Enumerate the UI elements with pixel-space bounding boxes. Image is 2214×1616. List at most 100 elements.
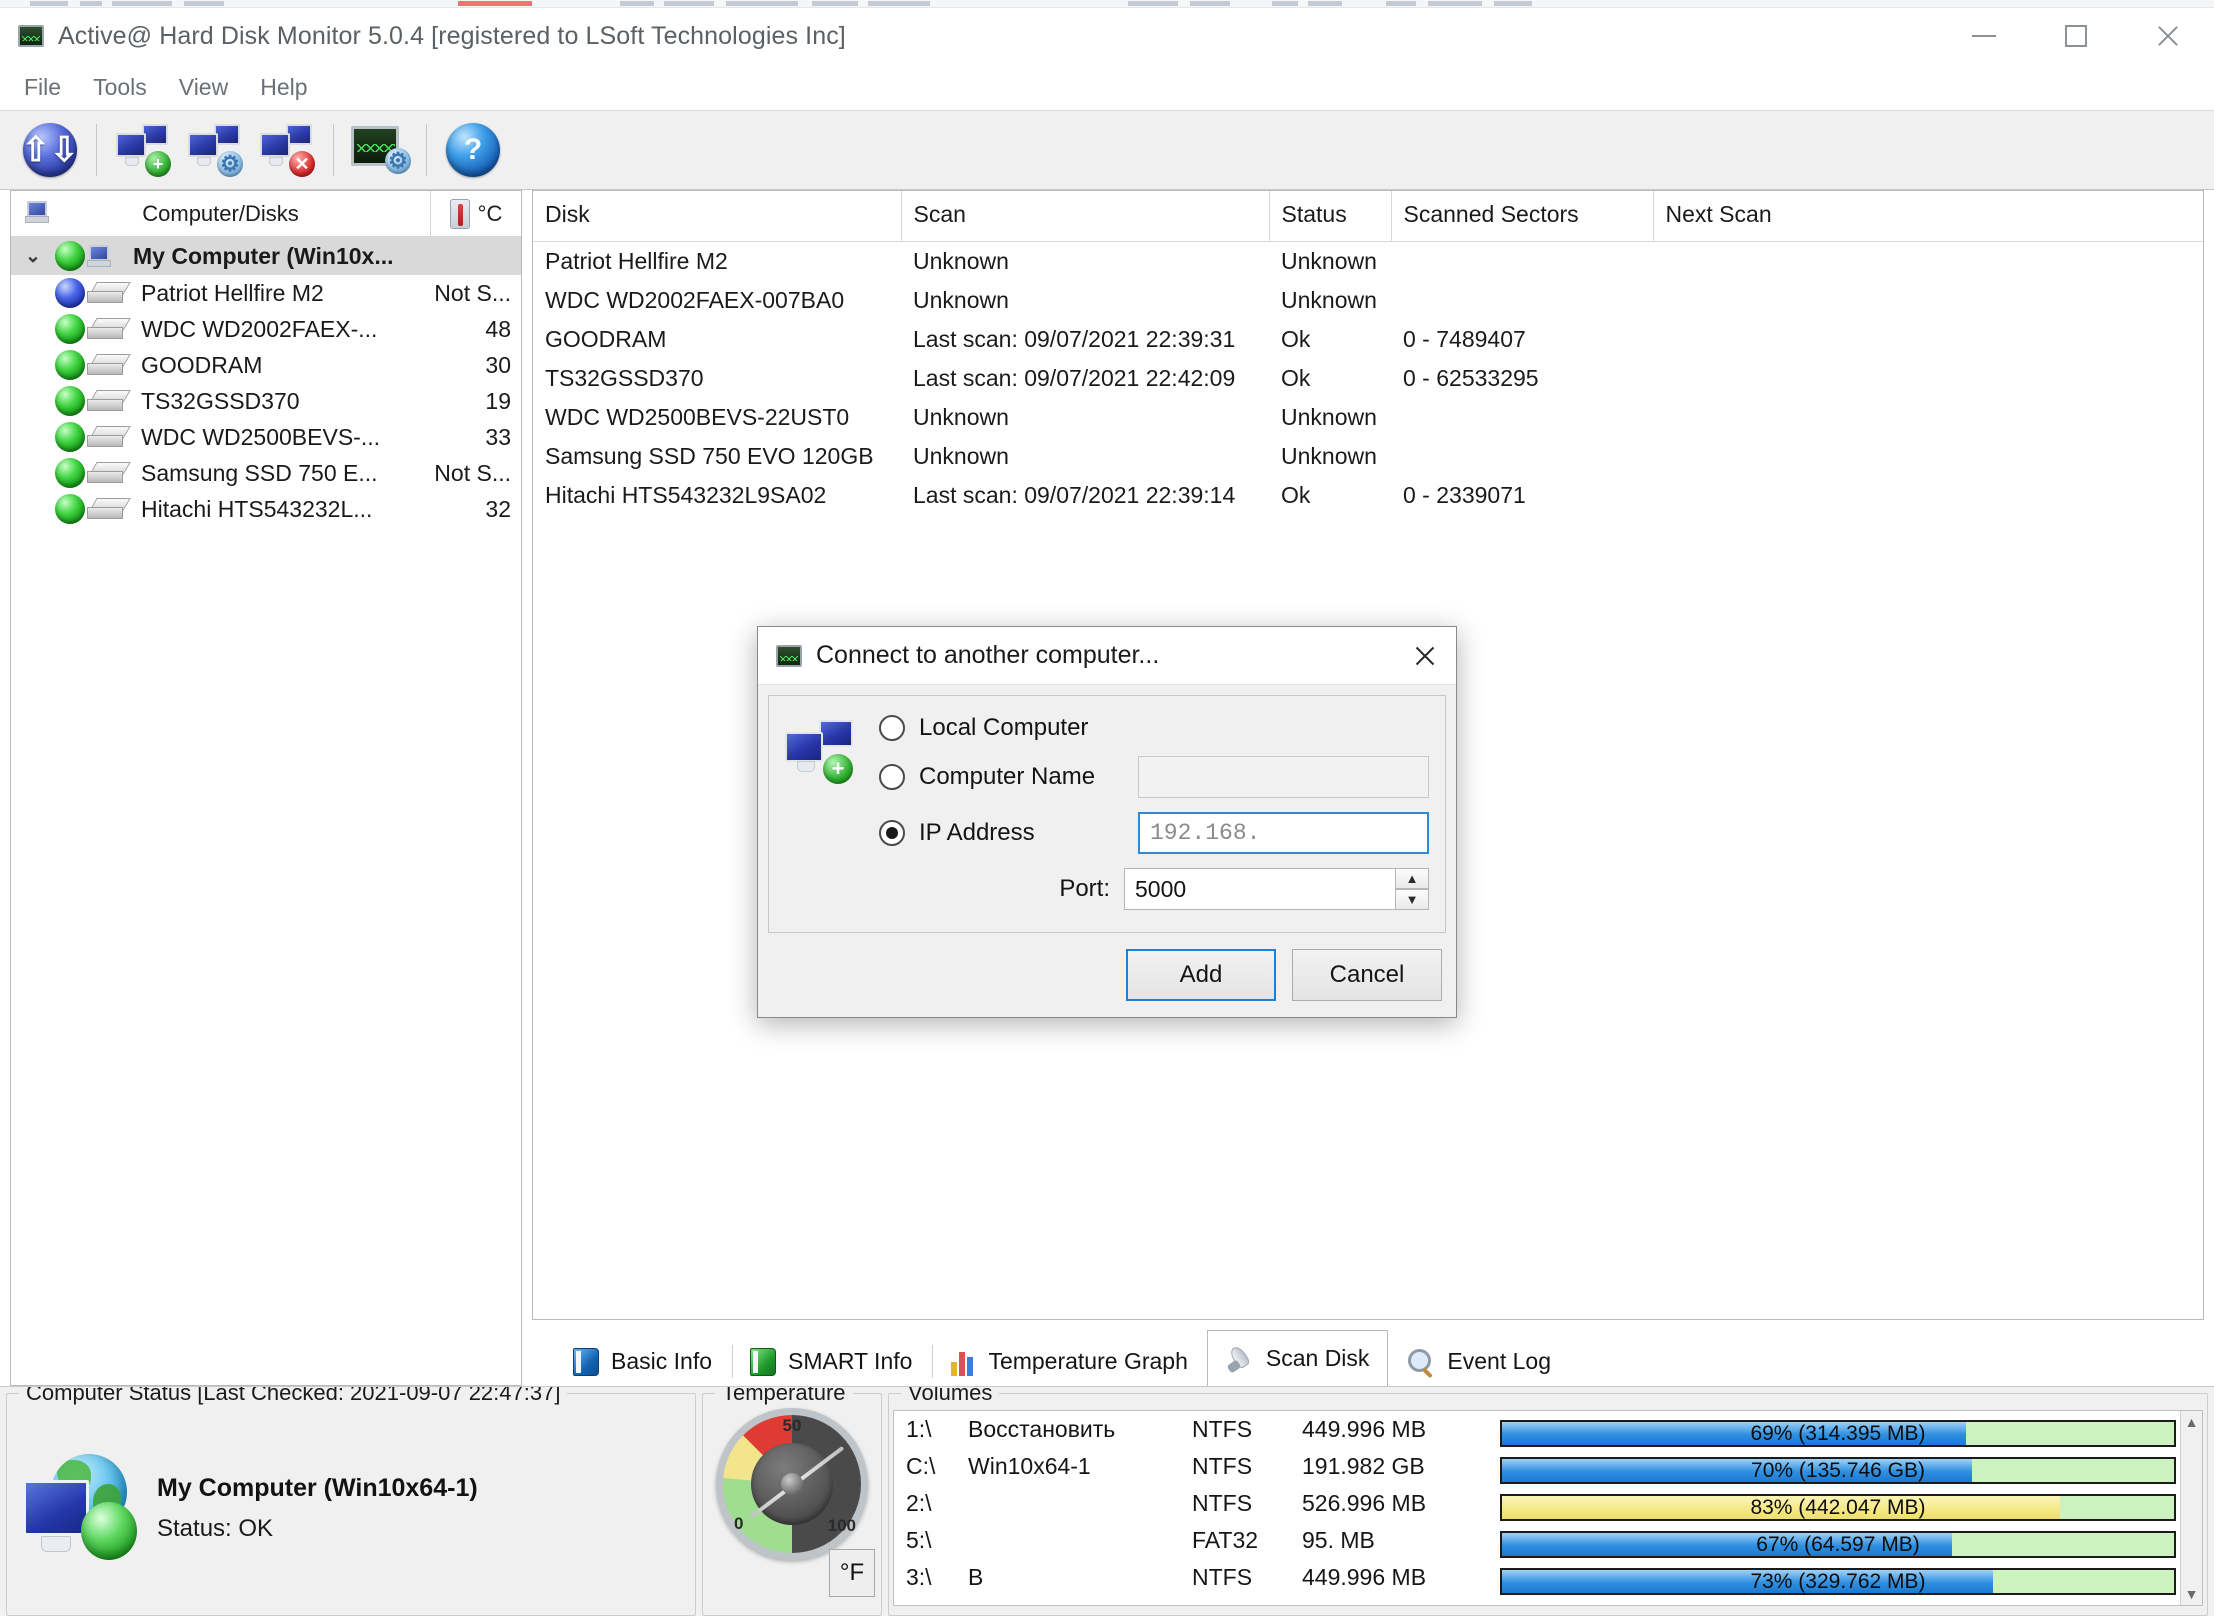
tree-item-disk[interactable]: Patriot Hellfire M2 Not S... [11, 275, 521, 311]
table-row[interactable]: WDC WD2500BEVS-22UST0 Unknown Unknown [533, 398, 2203, 437]
table-row[interactable]: Hitachi HTS543232L9SA02 Last scan: 09/07… [533, 476, 2203, 515]
minimize-icon [1972, 35, 1996, 37]
globe-monitor-icon [23, 1453, 139, 1564]
cell-sectors [1391, 437, 1653, 476]
column-header-next-scan[interactable]: Next Scan [1653, 191, 2203, 242]
cell-next [1653, 281, 2203, 320]
cell-status: Unknown [1281, 403, 1377, 430]
column-header-disk[interactable]: Disk [533, 191, 902, 242]
tab-event-log[interactable]: Event Log [1388, 1336, 1570, 1386]
menu-item-file[interactable]: File [8, 69, 77, 106]
cell-status: Unknown [1281, 442, 1377, 469]
tab-label: SMART Info [788, 1348, 913, 1374]
scope-gear-icon [351, 124, 411, 176]
tree-item-label: My Computer (Win10x... [133, 242, 394, 269]
tree-item-disk[interactable]: Hitachi HTS543232L... 32 [11, 491, 521, 527]
status-orb-blue [55, 278, 85, 308]
cell-disk: Samsung SSD 750 EVO 120GB [545, 442, 874, 469]
volumes-scrollbar[interactable]: ▲ ▼ [2180, 1411, 2202, 1605]
tree-item-my-computer[interactable]: ⌄ My Computer (Win10x... [11, 237, 521, 275]
tree-header-temperature[interactable]: °C [431, 191, 521, 236]
computer-settings-button[interactable] [179, 114, 251, 186]
volume-row[interactable]: C:\ Win10x64-1 NTFS 191.982 GB [894, 1448, 1494, 1485]
volume-row[interactable]: 2:\ NTFS 526.996 MB [894, 1485, 1494, 1522]
computer-name-input[interactable] [1138, 756, 1429, 798]
table-row[interactable]: TS32GSSD370 Last scan: 09/07/2021 22:42:… [533, 359, 2203, 398]
tree-item-disk[interactable]: WDC WD2002FAEX-... 48 [11, 311, 521, 347]
ip-address-input[interactable]: 192.168. [1138, 812, 1429, 854]
close-button[interactable] [2122, 8, 2214, 64]
tab-label: Scan Disk [1265, 1345, 1370, 1371]
port-stepper[interactable]: 5000 ▲ ▼ [1124, 868, 1429, 910]
menu-item-tools[interactable]: Tools [77, 69, 163, 106]
column-header-status[interactable]: Status [1269, 191, 1392, 242]
tree-item-disk[interactable]: TS32GSSD370 19 [11, 383, 521, 419]
connect-computer-button[interactable]: + [107, 114, 179, 186]
tab-temperature-graph[interactable]: Temperature Graph [931, 1336, 1206, 1386]
table-row[interactable]: Samsung SSD 750 EVO 120GB Unknown Unknow… [533, 437, 2203, 476]
help-button[interactable]: ? [437, 114, 509, 186]
temperature-unit-button[interactable]: °F [829, 1549, 875, 1597]
computer-name-label: Computer Name [919, 763, 1096, 790]
cell-disk: Patriot Hellfire M2 [545, 247, 728, 274]
port-label: Port: [1059, 875, 1110, 902]
cell-scan: Last scan: 09/07/2021 22:42:09 [913, 364, 1236, 391]
volumes-usage-column: 69% (314.395 MB) 70% (135.746 GB) 83% (4… [1494, 1411, 2202, 1605]
cell-next [1653, 320, 2203, 359]
cell-next [1653, 437, 2203, 476]
cancel-button[interactable]: Cancel [1292, 949, 1442, 1001]
menu-item-view[interactable]: View [163, 69, 244, 106]
disconnect-computer-button[interactable]: ✕ [251, 114, 323, 186]
tree-item-label: TS32GSSD370 [141, 387, 300, 414]
volume-drive: 5:\ [906, 1527, 932, 1553]
computer-name-row: Computer Name [879, 756, 1429, 798]
cell-sectors: 0 - 2339071 [1403, 481, 1526, 508]
volumes-group: Volumes 1:\ Восстановить NTFS 449.996 MB… [888, 1387, 2208, 1616]
tab-smart-info[interactable]: SMART Info [731, 1336, 931, 1386]
column-header-scan[interactable]: Scan [901, 191, 1270, 242]
volume-size: 449.996 MB [1302, 1416, 1427, 1442]
menu-bar: File Tools View Help [0, 64, 2214, 110]
scroll-up-icon[interactable]: ▲ [2185, 1414, 2199, 1430]
volume-usage-bar: 69% (314.395 MB) [1500, 1420, 2176, 1447]
maximize-button[interactable] [2030, 8, 2122, 64]
computer-icon [25, 201, 51, 223]
tree-item-disk[interactable]: WDC WD2500BEVS-... 33 [11, 419, 521, 455]
refresh-button[interactable]: ⇧⇩ [14, 114, 86, 186]
volume-row[interactable]: 1:\ Восстановить NTFS 449.996 MB [894, 1411, 1494, 1448]
port-spin-buttons[interactable]: ▲ ▼ [1395, 868, 1429, 910]
tab-scan-disk[interactable]: Scan Disk [1206, 1330, 1389, 1386]
port-input[interactable]: 5000 [1124, 868, 1395, 910]
table-row[interactable]: WDC WD2002FAEX-007BA0 Unknown Unknown [533, 281, 2203, 320]
tree-item-temperature: Not S... [434, 459, 511, 486]
monitor-settings-button[interactable] [344, 114, 416, 186]
cell-sectors [1391, 398, 1653, 437]
volume-usage-label: 70% (135.746 GB) [1751, 1458, 1925, 1482]
status-orb-green [55, 386, 85, 416]
local-computer-radio[interactable] [879, 715, 905, 741]
background-window-strip [0, 0, 2214, 8]
chevron-down-icon[interactable]: ⌄ [11, 245, 55, 268]
volume-row[interactable]: 5:\ FAT32 95. MB [894, 1522, 1494, 1559]
add-button[interactable]: Add [1126, 949, 1276, 1001]
spin-down-icon[interactable]: ▼ [1395, 889, 1429, 910]
tree-item-disk[interactable]: Samsung SSD 750 E... Not S... [11, 455, 521, 491]
menu-item-help[interactable]: Help [244, 69, 323, 106]
column-header-scanned-sectors[interactable]: Scanned Sectors [1391, 191, 1654, 242]
table-row[interactable]: GOODRAM Last scan: 09/07/2021 22:39:31 O… [533, 320, 2203, 359]
computer-name-radio[interactable] [879, 764, 905, 790]
table-row[interactable]: Patriot Hellfire M2 Unknown Unknown [533, 241, 2203, 281]
dialog-title-bar: Connect to another computer... [758, 627, 1456, 685]
dialog-close-button[interactable] [1394, 627, 1456, 685]
minimize-button[interactable] [1938, 8, 2030, 64]
tree-header-disks[interactable]: Computer/Disks [11, 191, 431, 236]
table-header-row: Disk Scan Status Scanned Sectors Next Sc… [533, 191, 2203, 242]
volume-filesystem: NTFS [1192, 1453, 1253, 1479]
tree-item-disk[interactable]: GOODRAM 30 [11, 347, 521, 383]
volume-usage-bar: 83% (442.047 MB) [1500, 1494, 2176, 1521]
spin-up-icon[interactable]: ▲ [1395, 868, 1429, 889]
ip-address-radio[interactable] [879, 820, 905, 846]
volume-row[interactable]: 3:\ B NTFS 449.996 MB [894, 1559, 1494, 1596]
tab-basic-info[interactable]: Basic Info [554, 1336, 731, 1386]
scroll-down-icon[interactable]: ▼ [2185, 1586, 2199, 1602]
